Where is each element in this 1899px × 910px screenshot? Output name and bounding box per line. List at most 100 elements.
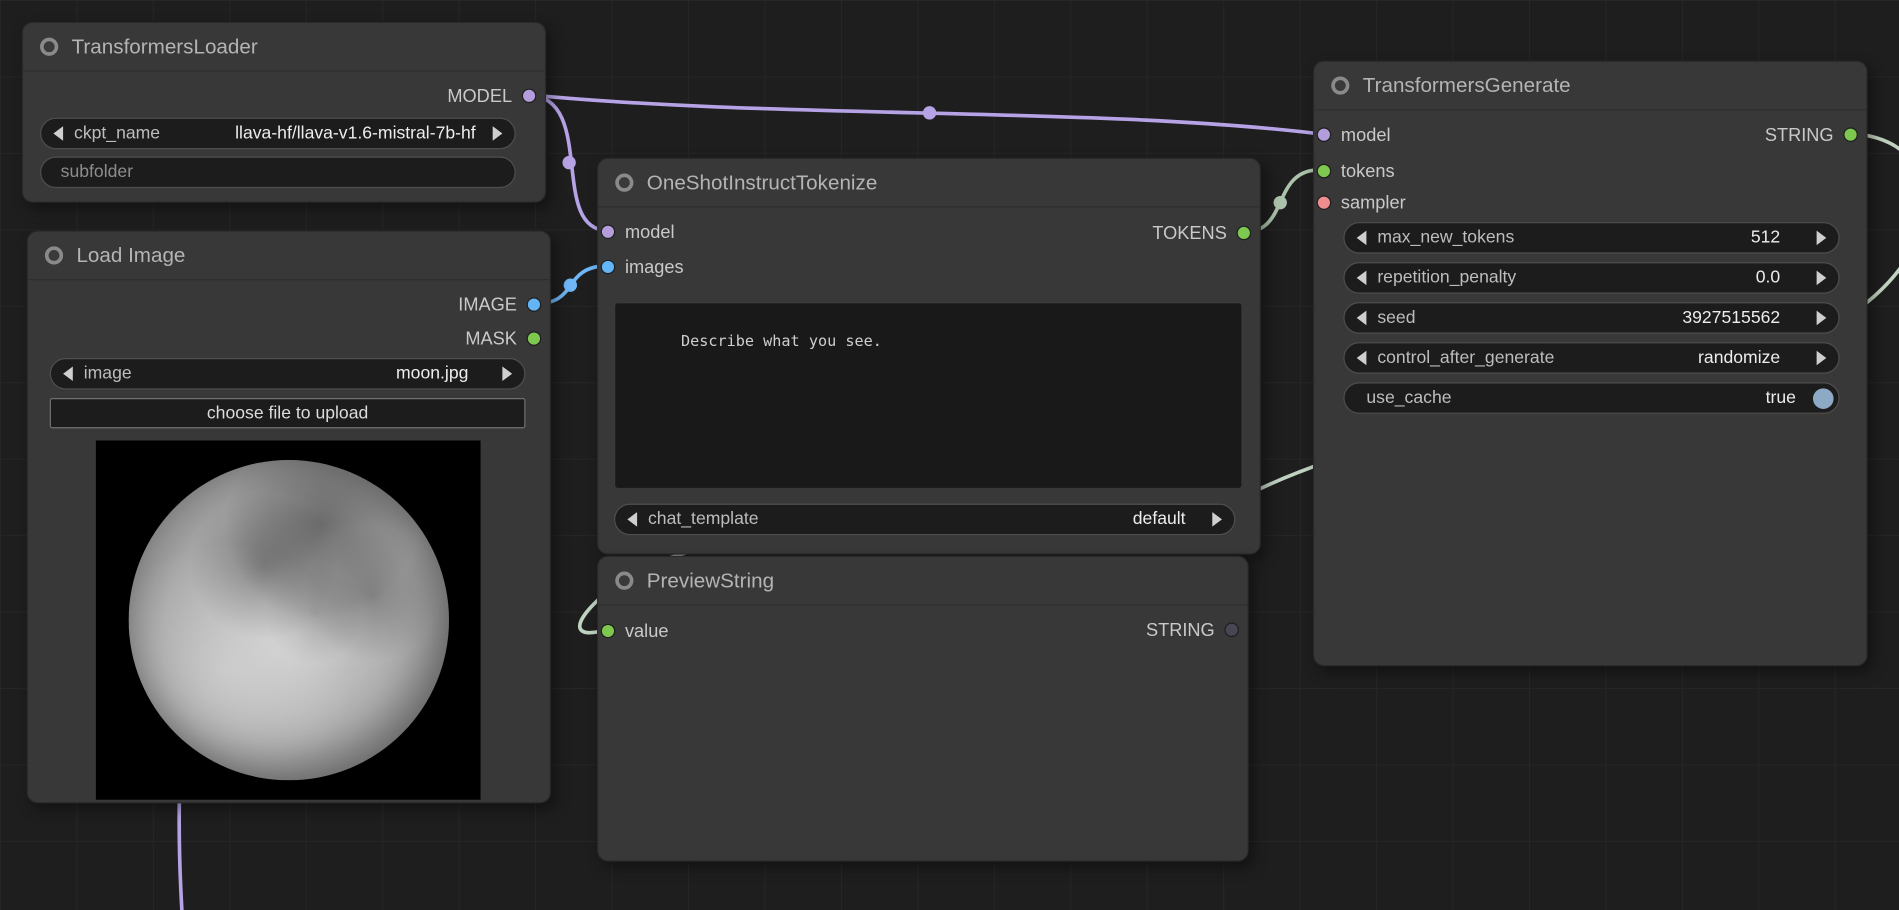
widget-value: 512 [1751, 228, 1817, 247]
node-oneshotinstructtokenize[interactable]: OneShotInstructTokenize model images TOK… [597, 158, 1261, 555]
node-status-dot[interactable] [40, 38, 58, 56]
graph-canvas[interactable]: TransformersLoader MODEL ckpt_name llava… [0, 0, 1899, 910]
output-port-image[interactable] [528, 299, 540, 311]
combo-prev-arrow-icon[interactable] [63, 366, 73, 381]
node-load-image[interactable]: Load Image IMAGE MASK image moon.jpg cho… [27, 231, 551, 804]
node-title: Load Image [76, 243, 185, 267]
decrement-arrow-icon[interactable] [1357, 271, 1367, 286]
input-slot-model: model [1318, 123, 1391, 147]
combo-next-arrow-icon[interactable] [502, 366, 512, 381]
link-midpoint-dot [923, 106, 936, 119]
chat-template-combo[interactable]: chat_template default [614, 504, 1235, 536]
output-port-mask[interactable] [528, 332, 540, 344]
node-status-dot[interactable] [45, 246, 63, 264]
increment-arrow-icon[interactable] [1817, 271, 1827, 286]
widget-value: moon.jpg [396, 364, 502, 383]
widget-label: repetition_penalty [1366, 268, 1516, 287]
repetition-penalty-number[interactable]: repetition_penalty 0.0 [1343, 262, 1839, 294]
node-status-dot[interactable] [1331, 76, 1349, 94]
output-slot-image: IMAGE [458, 292, 540, 316]
widget-label: chat_template [637, 510, 758, 529]
combo-prev-arrow-icon[interactable] [53, 126, 63, 141]
link-midpoint-dot [562, 156, 575, 169]
node-header[interactable]: Load Image [28, 232, 550, 281]
input-slot-tokens: tokens [1318, 159, 1395, 183]
ckpt-name-combo[interactable]: ckpt_name llava-hf/llava-v1.6-mistral-7b… [40, 118, 516, 150]
image-file-combo[interactable]: image moon.jpg [50, 358, 526, 390]
increment-arrow-icon[interactable] [1817, 231, 1827, 246]
node-header[interactable]: OneShotInstructTokenize [598, 159, 1259, 208]
input-label: tokens [1341, 161, 1395, 182]
combo-next-arrow-icon[interactable] [1817, 351, 1827, 366]
node-transformersloader[interactable]: TransformersLoader MODEL ckpt_name llava… [22, 22, 546, 203]
button-label: choose file to upload [207, 403, 368, 422]
output-port-string[interactable] [1226, 624, 1238, 636]
toggle-icon[interactable] [1813, 388, 1834, 409]
output-port-string[interactable] [1845, 129, 1857, 141]
input-port-model[interactable] [602, 226, 614, 238]
link-wire-model-to-generate [528, 95, 1317, 134]
node-status-dot[interactable] [615, 174, 633, 192]
widget-value: 0.0 [1756, 268, 1817, 287]
choose-file-button[interactable]: choose file to upload [50, 398, 526, 428]
output-label: STRING [1146, 619, 1215, 640]
widget-value: 3927515562 [1682, 308, 1816, 327]
combo-next-arrow-icon[interactable] [1212, 512, 1222, 527]
input-port-sampler[interactable] [1318, 197, 1330, 209]
subfolder-text-input[interactable]: subfolder [40, 157, 516, 189]
output-label: MASK [465, 328, 517, 349]
input-slot-sampler: sampler [1318, 191, 1406, 215]
input-label: model [1341, 124, 1391, 145]
link-midpoint-dot [564, 278, 577, 291]
widget-value: randomize [1698, 348, 1817, 367]
widget-value: llava-hf/llava-v1.6-mistral-7b-hf [235, 124, 493, 143]
combo-next-arrow-icon[interactable] [493, 126, 503, 141]
output-label: STRING [1765, 124, 1834, 145]
widget-label: seed [1366, 308, 1415, 327]
input-label: model [625, 221, 675, 242]
widget-label: ckpt_name [63, 124, 160, 143]
output-slot-string: STRING [1146, 618, 1238, 642]
node-title: PreviewString [647, 569, 774, 593]
output-slot-mask: MASK [465, 326, 540, 350]
input-port-model[interactable] [1318, 129, 1330, 141]
use-cache-toggle-widget[interactable]: use_cache true [1343, 382, 1839, 414]
widget-label: image [73, 364, 132, 383]
node-status-dot[interactable] [615, 572, 633, 590]
input-port-value[interactable] [602, 625, 614, 637]
link-wire-offscreen [179, 789, 182, 910]
control-after-generate-combo[interactable]: control_after_generate randomize [1343, 342, 1839, 374]
increment-arrow-icon[interactable] [1817, 311, 1827, 326]
link-midpoint-dot [1274, 196, 1287, 209]
input-port-images[interactable] [602, 261, 614, 273]
widget-label: max_new_tokens [1366, 228, 1514, 247]
node-header[interactable]: TransformersLoader [23, 23, 545, 72]
prompt-textarea[interactable]: Describe what you see. [614, 302, 1243, 489]
widget-value: default [1133, 510, 1213, 529]
input-slot-model: model [602, 220, 675, 244]
input-placeholder: subfolder [41, 163, 133, 182]
output-slot-model: MODEL [447, 84, 535, 108]
decrement-arrow-icon[interactable] [1357, 311, 1367, 326]
input-port-tokens[interactable] [1318, 165, 1330, 177]
node-transformersgenerate[interactable]: TransformersGenerate model tokens sample… [1313, 61, 1868, 667]
max-new-tokens-number[interactable]: max_new_tokens 512 [1343, 222, 1839, 254]
widget-value: true [1766, 388, 1806, 407]
node-title: TransformersLoader [72, 35, 258, 59]
output-port-tokens[interactable] [1238, 227, 1250, 239]
decrement-arrow-icon[interactable] [1357, 231, 1367, 246]
combo-prev-arrow-icon[interactable] [1357, 351, 1367, 366]
node-previewstring[interactable]: PreviewString value STRING [597, 556, 1249, 862]
output-slot-tokens: TOKENS [1152, 221, 1250, 245]
output-port-model[interactable] [523, 90, 535, 102]
combo-prev-arrow-icon[interactable] [627, 512, 637, 527]
seed-number[interactable]: seed 3927515562 [1343, 302, 1839, 334]
node-header[interactable]: PreviewString [598, 557, 1247, 606]
node-title: TransformersGenerate [1363, 73, 1571, 97]
widget-label: control_after_generate [1366, 348, 1554, 367]
output-label: IMAGE [458, 294, 517, 315]
node-title: OneShotInstructTokenize [647, 170, 878, 194]
image-preview [96, 441, 481, 800]
output-label: TOKENS [1152, 223, 1227, 244]
node-header[interactable]: TransformersGenerate [1314, 62, 1866, 111]
